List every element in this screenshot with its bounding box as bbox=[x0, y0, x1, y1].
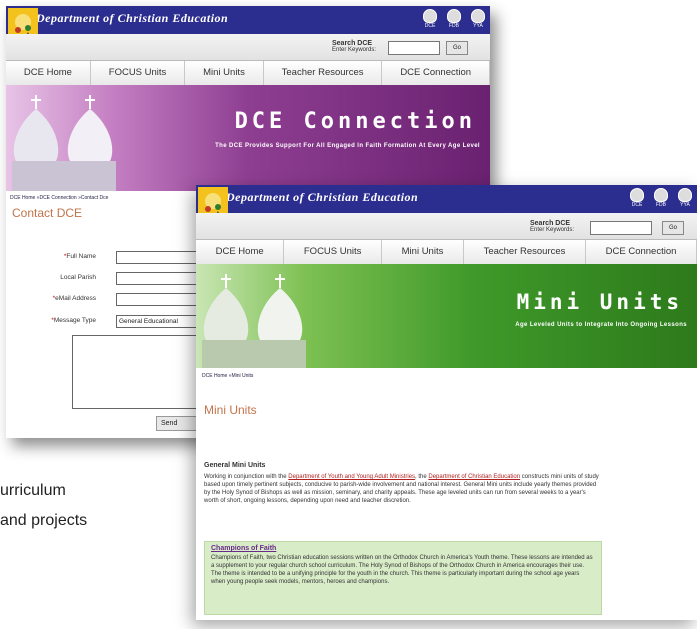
nav-mini-units[interactable]: Mini Units bbox=[382, 240, 464, 264]
banner-title: Mini Units bbox=[516, 290, 683, 314]
dce-icon[interactable]: DCE bbox=[629, 188, 645, 208]
background-text-line-2: and projects bbox=[0, 512, 88, 529]
search-label: Search DCE Enter Keywords: bbox=[332, 40, 377, 53]
christian-education-link[interactable]: Department of Christian Education bbox=[428, 474, 520, 480]
mini-units-banner: Mini Units Age Leveled Units to Integrat… bbox=[196, 264, 697, 368]
yya-icon[interactable]: YYA bbox=[677, 188, 693, 208]
message-type-label: *Message Type bbox=[51, 317, 96, 324]
connection-banner: DCE Connection The DCE Provides Support … bbox=[6, 85, 490, 191]
header-icons: DCE FDB YYA bbox=[629, 188, 693, 208]
email-field[interactable] bbox=[116, 293, 200, 306]
nav-teacher-resources[interactable]: Teacher Resources bbox=[264, 61, 383, 85]
nav-dce-home[interactable]: DCE Home bbox=[6, 61, 91, 85]
nav-dce-connection[interactable]: DCE Connection bbox=[382, 61, 490, 85]
youth-ministries-link[interactable]: Department of Youth and Young Adult Mini… bbox=[288, 474, 415, 480]
search-bar: Search DCE Enter Keywords: Go bbox=[196, 213, 697, 239]
champions-link[interactable]: Champions of Faith bbox=[205, 542, 601, 554]
fdb-icon[interactable]: FDB bbox=[446, 9, 462, 29]
site-title: Department of Christian Education bbox=[226, 190, 419, 204]
page-title: Mini Units bbox=[204, 403, 257, 417]
church-domes-image bbox=[12, 95, 116, 191]
site-title: Department of Christian Education bbox=[36, 11, 229, 25]
site-header: Department of Christian Education DCE FD… bbox=[196, 185, 697, 213]
main-nav: DCE Home FOCUS Units Mini Units Teacher … bbox=[6, 60, 490, 86]
search-bar: Search DCE Enter Keywords: Go bbox=[6, 34, 490, 60]
header-icons: DCE FDB YYA bbox=[422, 9, 486, 29]
fdb-icon[interactable]: FDB bbox=[653, 188, 669, 208]
full-name-label: *Full Name bbox=[63, 253, 96, 260]
go-button[interactable]: Go bbox=[446, 41, 468, 55]
main-nav: DCE Home FOCUS Units Mini Units Teacher … bbox=[196, 239, 697, 265]
nav-dce-home[interactable]: DCE Home bbox=[196, 240, 285, 264]
local-parish-label: Local Parish bbox=[60, 274, 96, 281]
local-parish-field[interactable] bbox=[116, 272, 200, 285]
yya-icon[interactable]: YYA bbox=[470, 9, 486, 29]
full-name-field[interactable] bbox=[116, 251, 200, 264]
breadcrumb[interactable]: DCE Home »Mini Units bbox=[202, 373, 253, 379]
background-text-line-1: urriculum bbox=[0, 482, 66, 499]
nav-mini-units[interactable]: Mini Units bbox=[185, 61, 264, 85]
champions-box: Champions of Faith Champions of Faith, t… bbox=[204, 541, 602, 615]
mini-units-page-screenshot: Department of Christian Education DCE FD… bbox=[196, 185, 697, 620]
go-button[interactable]: Go bbox=[662, 221, 684, 235]
nav-teacher-resources[interactable]: Teacher Resources bbox=[464, 240, 587, 264]
nav-focus-units[interactable]: FOCUS Units bbox=[284, 240, 383, 264]
breadcrumb[interactable]: DCE Home »DCE Connection »Contact Dce bbox=[10, 195, 108, 201]
banner-title: DCE Connection bbox=[234, 109, 476, 134]
church-domes-image bbox=[202, 274, 306, 368]
search-label: Search DCE Enter Keywords: bbox=[530, 220, 575, 233]
intro-paragraph: Working in conjunction with the Departme… bbox=[204, 474, 599, 504]
site-header: Department of Christian Education DCE FD… bbox=[6, 6, 490, 34]
dce-icon[interactable]: DCE bbox=[422, 9, 438, 29]
nav-dce-connection[interactable]: DCE Connection bbox=[586, 240, 697, 264]
message-textarea[interactable] bbox=[72, 335, 200, 409]
email-label: *eMail Address bbox=[52, 295, 96, 302]
search-input[interactable] bbox=[590, 221, 652, 235]
message-type-select[interactable]: General Educational bbox=[116, 315, 200, 328]
search-input[interactable] bbox=[388, 41, 440, 55]
page-title: Contact DCE bbox=[12, 206, 83, 220]
section-heading: General Mini Units bbox=[204, 462, 266, 469]
champions-text: Champions of Faith, two Christian educat… bbox=[211, 555, 593, 585]
send-button[interactable]: Send bbox=[156, 416, 198, 431]
banner-subtitle: The DCE Provides Support For All Engaged… bbox=[215, 143, 480, 149]
banner-subtitle: Age Leveled Units to Integrate Into Ongo… bbox=[515, 322, 687, 328]
nav-focus-units[interactable]: FOCUS Units bbox=[91, 61, 186, 85]
